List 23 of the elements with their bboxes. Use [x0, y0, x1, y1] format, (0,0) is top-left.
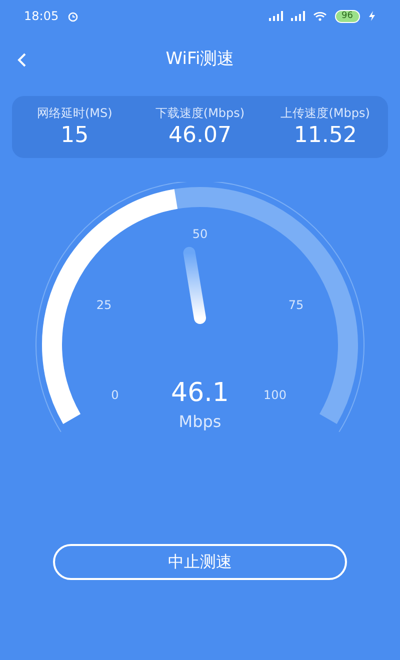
stat-label: 下载速度(Mbps): [155, 105, 245, 122]
speed-unit: Mbps: [178, 410, 222, 432]
stat-value: 46.07: [168, 122, 232, 150]
signal-icon: [290, 11, 305, 21]
stat-value: 11.52: [294, 122, 357, 150]
signal-icon: [268, 11, 283, 21]
speed-reading: 46.1: [171, 380, 229, 406]
page-title: WiFi测速: [166, 48, 234, 72]
lightning-icon: [368, 11, 376, 21]
status-time: 18:05: [24, 8, 59, 25]
stat-value: 15: [60, 122, 89, 150]
gauge-tick-label: 25: [96, 296, 112, 314]
stat-label: 网络延时(MS): [36, 105, 112, 122]
gauge-tick-label: 0: [111, 386, 119, 404]
alarm-clock-icon: [66, 10, 79, 22]
gauge-tick-label: 100: [264, 386, 286, 404]
battery-indicator: 96: [334, 10, 360, 22]
wifi-icon: [312, 11, 327, 21]
back-icon[interactable]: [16, 52, 28, 68]
gauge-tick-label: 75: [288, 296, 304, 314]
gauge-tick-label: 50: [192, 226, 208, 242]
stop-test-button[interactable]: 中止测速: [53, 544, 347, 580]
stat-label: 上传速度(Mbps): [280, 105, 370, 122]
